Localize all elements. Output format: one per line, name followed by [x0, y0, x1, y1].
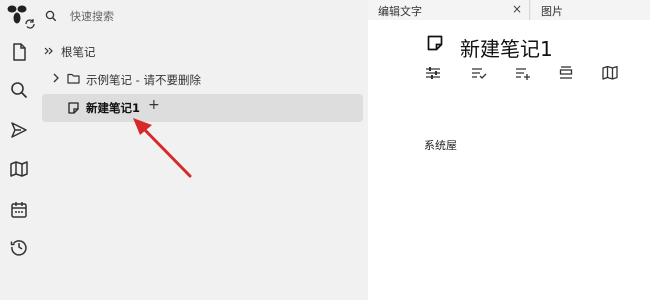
format-list-check-icon[interactable]: [470, 65, 488, 81]
collapse-chevrons-icon[interactable]: [43, 45, 55, 57]
tree-item-example-notes[interactable]: 示例笔记 - 请不要删除: [86, 72, 201, 88]
tree-root-label[interactable]: 根笔记: [61, 44, 96, 60]
quick-search-bar[interactable]: 快速搜索: [42, 6, 362, 26]
tab-image[interactable]: 图片: [531, 0, 650, 20]
note-content[interactable]: 系统屋: [424, 137, 457, 153]
tab-bar: 编辑文字 × 图片: [368, 0, 650, 20]
note-detail-pane: 编辑文字 × 图片 新建笔记1 系统屋: [368, 0, 650, 300]
note-type-icon[interactable]: [426, 34, 444, 52]
map-icon[interactable]: [9, 159, 29, 179]
send-icon[interactable]: [9, 120, 29, 140]
calendar-icon[interactable]: [9, 199, 29, 219]
launcher-bar: [0, 0, 38, 300]
note-tree-pane: 快速搜索 根笔记 示例笔记 - 请不要删除 新建笔记1 +: [38, 0, 368, 300]
tab-label: 图片: [541, 5, 563, 18]
sync-icon[interactable]: [24, 18, 36, 30]
add-list-icon[interactable]: [514, 65, 532, 81]
map-icon[interactable]: [601, 65, 619, 81]
folder-icon: [67, 72, 80, 84]
new-note-icon[interactable]: [9, 42, 29, 62]
tab-edit-text[interactable]: 编辑文字 ×: [368, 0, 530, 20]
search-icon: [44, 9, 58, 23]
settings-sliders-icon[interactable]: [424, 65, 442, 81]
close-tab-icon[interactable]: ×: [512, 2, 522, 16]
note-title[interactable]: 新建笔记1: [460, 33, 553, 62]
history-icon[interactable]: [9, 237, 29, 257]
tab-label: 编辑文字: [378, 5, 422, 18]
note-icon: [67, 101, 79, 114]
annotation-arrow: [133, 118, 192, 178]
chevron-right-icon[interactable]: [50, 72, 62, 84]
search-icon[interactable]: [9, 80, 29, 100]
quick-search-input[interactable]: 快速搜索: [70, 8, 114, 24]
layout-icon[interactable]: [557, 65, 575, 81]
add-child-note-button[interactable]: +: [148, 97, 160, 113]
